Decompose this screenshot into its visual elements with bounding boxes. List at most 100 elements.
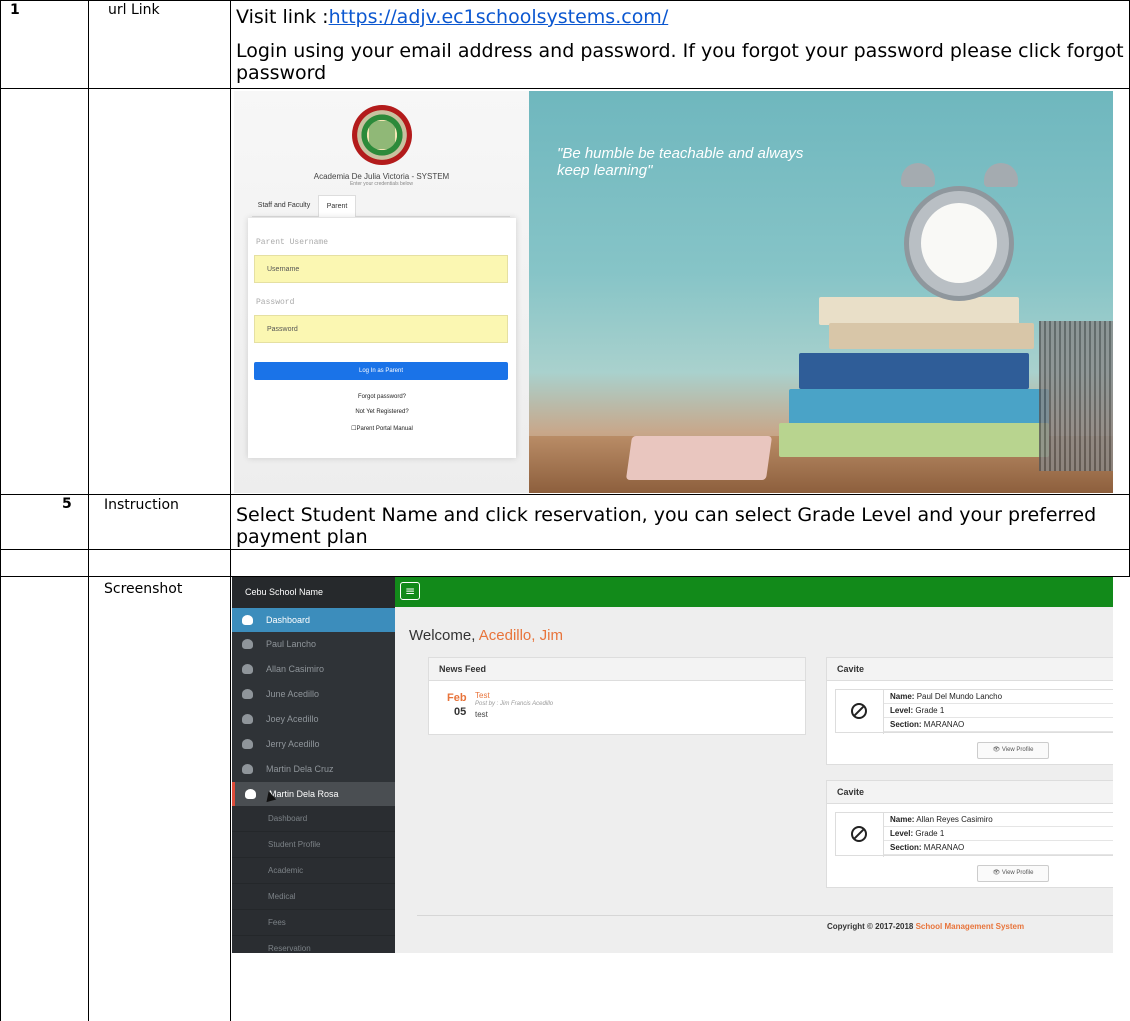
row-border (0, 494, 1130, 495)
student-level: Level: Grade 1 (884, 827, 1113, 841)
alarm-clock-icon (904, 186, 1014, 301)
news-month: Feb (447, 692, 467, 704)
login-panel: Academia De Julia Victoria - SYSTEM Ente… (234, 91, 529, 493)
student-campus: Cavite (827, 658, 1113, 681)
clock-bell-icon (901, 163, 935, 187)
clock-bell-icon (984, 163, 1018, 187)
sidebar-item-student-selected[interactable]: Martin Dela Rosa (232, 782, 395, 806)
student-card: Cavite Name: Paul Del Mundo Lancho Level… (826, 657, 1113, 765)
password-input[interactable]: Password (254, 315, 508, 343)
student-section: Section: MARANAO (884, 718, 1113, 732)
visit-link-text: Visit link :https://adjv.ec1schoolsystem… (236, 6, 1121, 28)
submenu-reservation[interactable]: Reservation (232, 936, 395, 953)
row-label: url Link (108, 2, 160, 18)
school-portal-link[interactable]: https://adjv.ec1schoolsystems.com/ (329, 6, 669, 28)
view-profile-button[interactable]: 👁 View Profile (977, 742, 1049, 759)
sidebar-item-student[interactable]: Paul Lancho (232, 632, 395, 656)
submenu-academic[interactable]: Academic (232, 858, 395, 884)
menu-toggle-icon[interactable]: ≡ (400, 582, 420, 600)
student-section: Section: MARANAO (884, 841, 1113, 855)
row-border (0, 549, 1130, 550)
news-title[interactable]: Test (475, 691, 490, 700)
dashboard-icon (242, 739, 253, 749)
sidebar-item-student[interactable]: Martin Dela Cruz (232, 757, 395, 781)
column-border (88, 0, 89, 1021)
dashboard-icon (242, 689, 253, 699)
book-image (819, 297, 1019, 325)
sidebar-item-student[interactable]: Joey Acedillo (232, 707, 395, 731)
row-border (0, 0, 1130, 1)
book-image (829, 323, 1034, 349)
news-feed-panel: News Feed Feb 05 Test Post by : Jim Fran… (428, 657, 806, 735)
login-form: Parent Username Username Password Passwo… (248, 218, 516, 458)
view-profile-button[interactable]: 👁 View Profile (977, 865, 1049, 882)
login-hero-image: "Be humble be teachable and always keep … (529, 91, 1113, 493)
sidebar-item-student[interactable]: Allan Casimiro (232, 657, 395, 681)
login-subtitle: Enter your credentials below (349, 181, 414, 187)
no-photo-icon (836, 690, 884, 734)
tab-parent[interactable]: Parent (318, 195, 356, 217)
footer-divider (417, 915, 1113, 916)
student-info: Name: Paul Del Mundo Lancho Level: Grade… (835, 689, 1113, 734)
submenu-medical[interactable]: Medical (232, 884, 395, 910)
dashboard-icon (242, 714, 253, 724)
student-campus: Cavite (827, 781, 1113, 804)
column-border (0, 0, 1, 1021)
welcome-heading: Welcome, Acedillo, Jim (409, 627, 563, 644)
user-name: Acedillo, Jim (478, 627, 563, 644)
forgot-password-link[interactable]: Forgot password? (248, 394, 516, 400)
row-border (0, 88, 1130, 89)
hero-quote: "Be humble be teachable and always keep … (557, 145, 804, 179)
student-info: Name: Allan Reyes Casimiro Level: Grade … (835, 812, 1113, 857)
news-author: Post by : Jim Francis Acedillo (475, 701, 554, 707)
student-name: Name: Allan Reyes Casimiro (884, 813, 1113, 827)
student-card: Cavite Name: Allan Reyes Casimiro Level:… (826, 780, 1113, 888)
submenu-dashboard[interactable]: Dashboard (232, 806, 395, 832)
news-body: test (475, 710, 488, 719)
dashboard-icon (242, 764, 253, 774)
login-button[interactable]: Log In as Parent (254, 362, 508, 380)
sidebar: Cebu School Name Dashboard Paul Lancho A… (232, 577, 395, 953)
username-input[interactable]: Username (254, 255, 508, 283)
portal-manual-link[interactable]: ☐Parent Portal Manual (248, 425, 516, 432)
school-name: Academia De Julia Victoria - SYSTEM (313, 172, 450, 181)
dashboard-screenshot: Cebu School Name Dashboard Paul Lancho A… (232, 577, 1113, 953)
username-label: Parent Username (256, 238, 329, 247)
calculator-image (625, 436, 773, 480)
copyright-text: Copyright © 2017-2018 School Management … (827, 922, 1025, 931)
submenu-fees[interactable]: Fees (232, 910, 395, 936)
register-link[interactable]: Not Yet Registered? (248, 409, 516, 415)
copyright-system-name: School Management System (915, 922, 1025, 931)
school-seal-icon (352, 105, 412, 165)
top-bar: ≡ (395, 577, 1113, 607)
password-label: Password (256, 298, 295, 307)
news-feed-title: News Feed (429, 658, 805, 681)
visit-link-prefix: Visit link : (236, 6, 329, 28)
book-image (789, 389, 1049, 425)
pencil-cup-image (1039, 321, 1113, 471)
sidebar-item-student[interactable]: Jerry Acedillo (232, 732, 395, 756)
news-day: 05 (454, 706, 467, 718)
row-number: 5 (62, 496, 72, 512)
login-tabs: Staff and Faculty Parent (252, 195, 510, 217)
submenu-student-profile[interactable]: Student Profile (232, 832, 395, 858)
row-label: Screenshot (104, 581, 183, 597)
row-number: 1 (10, 2, 20, 18)
dashboard-icon (242, 664, 253, 674)
brand-name: Cebu School Name (232, 577, 395, 608)
tab-staff-faculty[interactable]: Staff and Faculty (252, 195, 316, 217)
sidebar-item-dashboard[interactable]: Dashboard (232, 608, 395, 632)
book-image (799, 353, 1029, 389)
dashboard-icon (242, 639, 253, 649)
login-instruction: Login using your email address and passw… (236, 40, 1124, 84)
book-image (779, 423, 1049, 457)
column-border (230, 0, 231, 1021)
row-label: Instruction (104, 497, 179, 513)
dashboard-icon (245, 789, 256, 799)
dashboard-icon (242, 615, 253, 625)
reservation-instruction: Select Student Name and click reservatio… (236, 504, 1097, 548)
sidebar-item-student[interactable]: June Acedillo (232, 682, 395, 706)
student-name: Name: Paul Del Mundo Lancho (884, 690, 1113, 704)
no-photo-icon (836, 813, 884, 857)
login-screenshot: Academia De Julia Victoria - SYSTEM Ente… (234, 91, 1113, 493)
